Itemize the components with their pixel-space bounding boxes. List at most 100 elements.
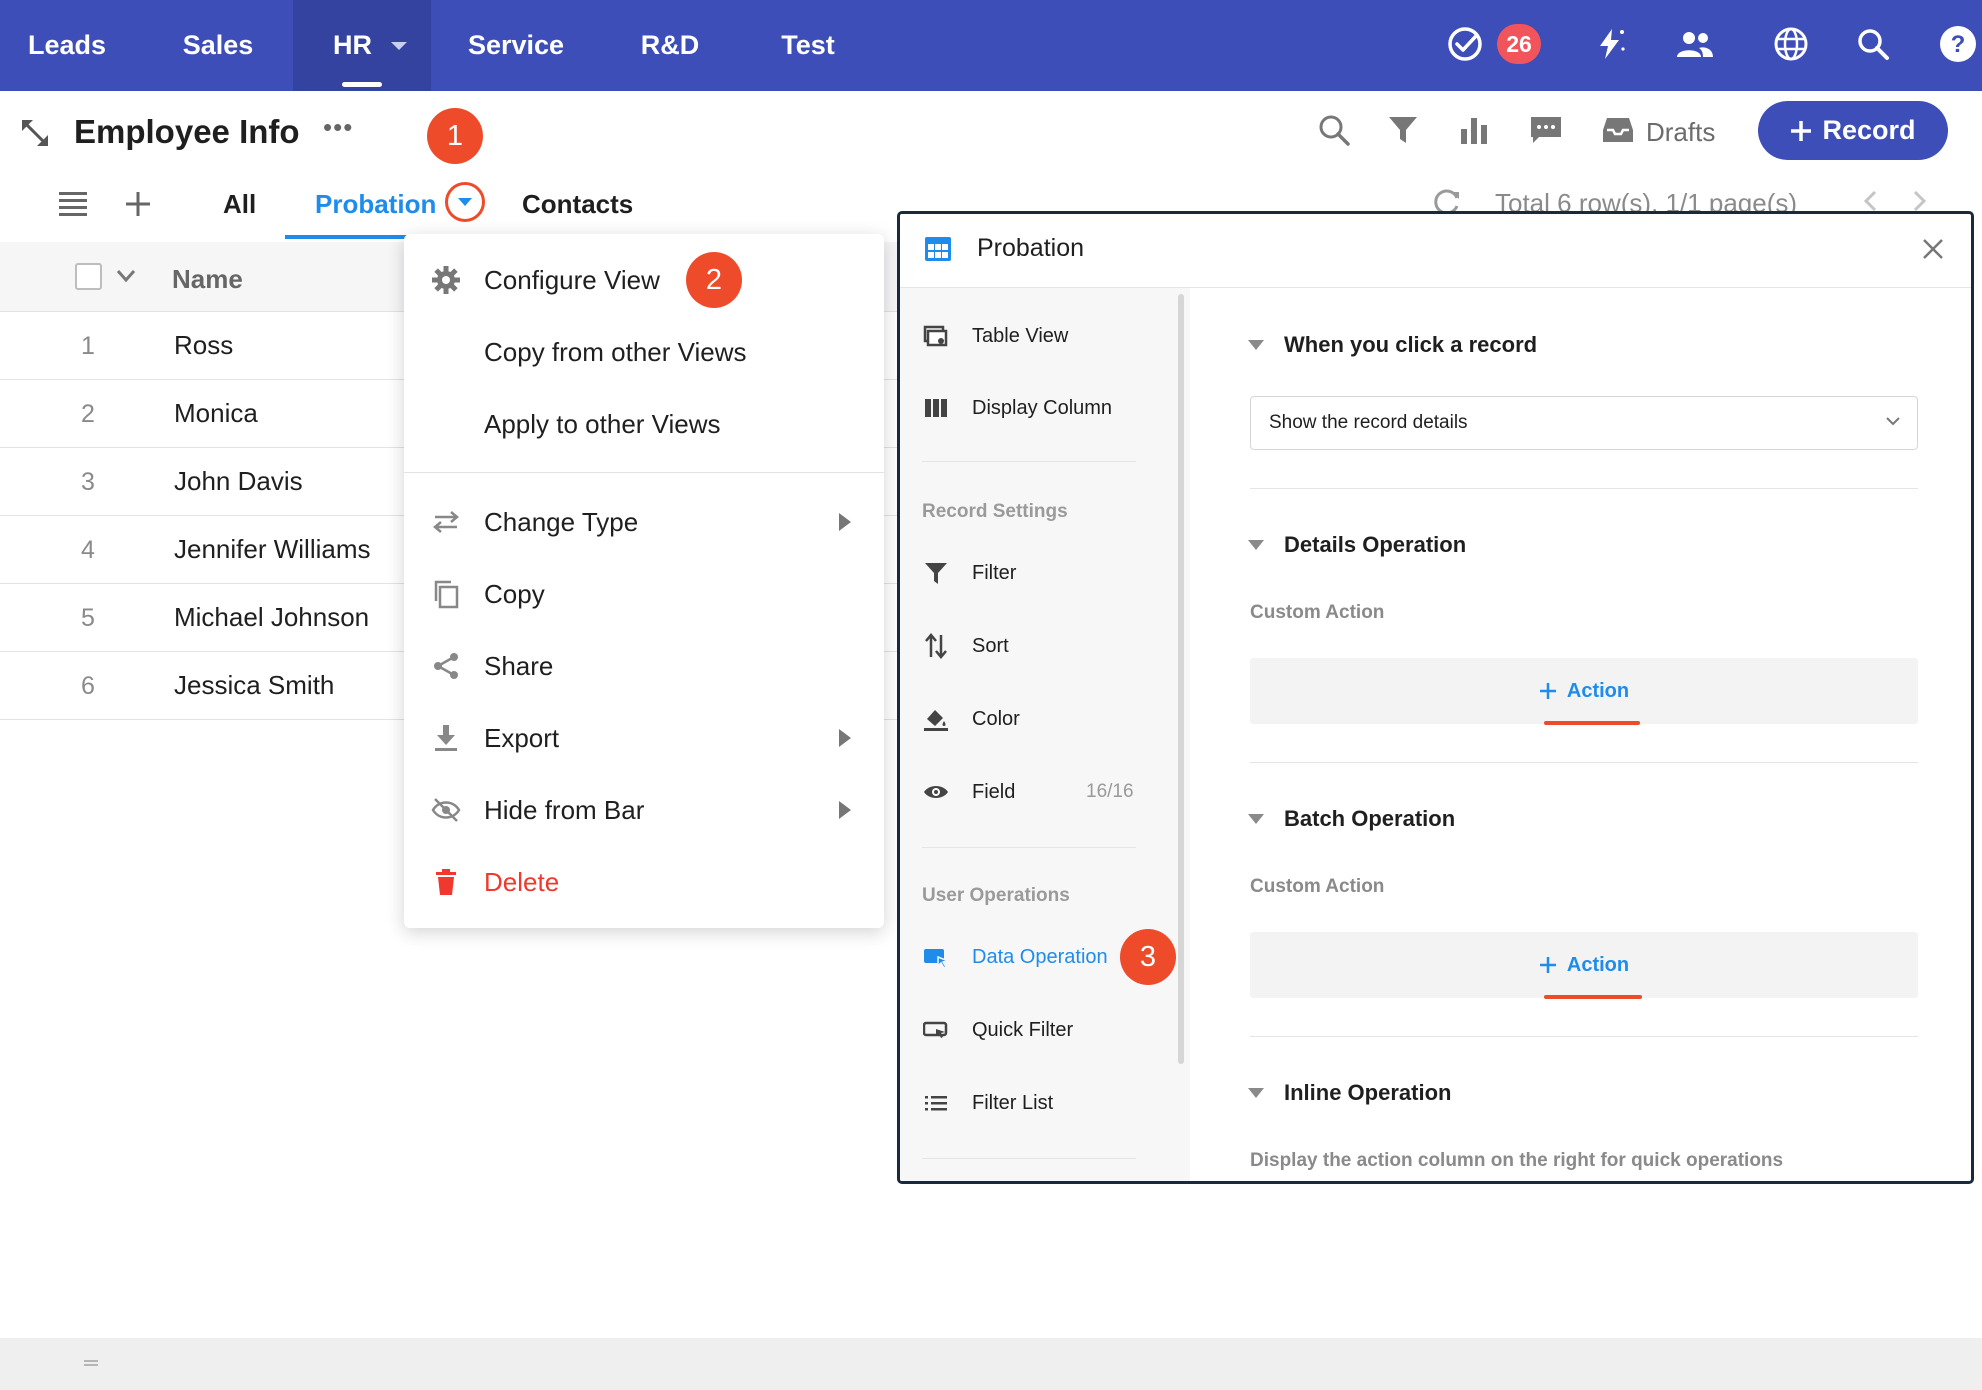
step-badge-3: 3 — [1120, 929, 1176, 985]
menu-item-change-type[interactable]: Change Type — [404, 494, 884, 550]
contacts-icon[interactable] — [1673, 22, 1717, 66]
svg-text:?: ? — [1951, 31, 1966, 58]
close-icon[interactable] — [1920, 236, 1946, 262]
action-label: Action — [1566, 953, 1630, 976]
row-number: 6 — [81, 672, 95, 700]
inline-operation-description: Display the action column on the right f… — [1250, 1150, 1784, 1171]
view-dropdown-trigger[interactable] — [445, 182, 485, 222]
nav-tab-leads[interactable]: Leads — [0, 0, 134, 91]
lightning-icon[interactable] — [1588, 22, 1632, 66]
sidebar-item-label: Display Column — [972, 396, 1113, 419]
nav-tab-rnd[interactable]: R&D — [608, 0, 732, 91]
row-name: Monica — [174, 398, 258, 428]
search-icon[interactable] — [1314, 110, 1354, 150]
copy-icon — [430, 578, 462, 610]
search-icon[interactable] — [1851, 22, 1895, 66]
todo-check-icon[interactable] — [1443, 22, 1487, 66]
sidebar-item-label: Quick Filter — [972, 1018, 1074, 1041]
menu-item-copy[interactable]: Copy — [404, 566, 884, 622]
sidebar-item-label: Sort — [972, 634, 1009, 657]
chevron-down-icon[interactable] — [116, 269, 136, 283]
section-inline-operation-header[interactable]: Inline Operation — [1248, 1080, 1451, 1106]
sidebar-item-field[interactable]: Field 16/16 — [900, 768, 1140, 816]
paint-bucket-icon — [922, 705, 950, 733]
footer-bar — [0, 1338, 1982, 1390]
view-tab-probation[interactable]: Probation — [315, 189, 436, 220]
menu-item-apply-to-other-views[interactable]: Apply to other Views — [404, 396, 884, 452]
drafts-icon[interactable] — [1598, 110, 1638, 150]
row-name: Jessica Smith — [174, 670, 335, 700]
click-record-select[interactable]: Show the record details — [1250, 396, 1918, 450]
chevron-down-icon — [391, 41, 407, 50]
sidebar-item-quick-filter[interactable]: Quick Filter — [900, 1006, 1140, 1054]
comment-icon[interactable] — [1526, 110, 1566, 150]
section-batch-operation-header[interactable]: Batch Operation — [1248, 806, 1455, 832]
menu-item-label: Copy — [484, 578, 545, 609]
plus-icon — [1791, 120, 1812, 141]
help-icon[interactable]: ? — [1936, 22, 1980, 66]
sidebar-item-table-view[interactable]: Table View — [900, 312, 1140, 360]
row-name: John Davis — [174, 466, 303, 496]
select-all-checkbox[interactable] — [75, 263, 102, 290]
collapse-caret-icon — [1248, 540, 1264, 550]
eye-icon — [922, 778, 950, 806]
menu-item-label: Copy from other Views — [484, 336, 747, 367]
nav-tab-test[interactable]: Test — [752, 0, 864, 91]
chart-icon[interactable] — [1454, 110, 1494, 150]
list-icon — [922, 1089, 950, 1117]
add-record-button[interactable]: Record — [1758, 101, 1948, 160]
nav-tab-hr[interactable]: HR — [293, 0, 431, 91]
sidebar-item-filter-list[interactable]: Filter List — [900, 1079, 1140, 1127]
row-number: 1 — [81, 332, 95, 360]
sidebar-divider — [922, 1158, 1136, 1159]
view-tab-contacts[interactable]: Contacts — [522, 189, 633, 220]
drafts-label[interactable]: Drafts — [1646, 117, 1715, 148]
table-grid-icon — [924, 236, 952, 262]
menu-item-export[interactable]: Export — [404, 710, 884, 766]
row-name: Ross — [174, 330, 234, 360]
menu-item-label: Export — [484, 722, 560, 753]
prev-page-icon[interactable] — [1862, 190, 1878, 212]
menu-item-configure-view[interactable]: Configure View — [404, 252, 884, 308]
nav-tab-service[interactable]: Service — [446, 0, 586, 91]
custom-action-label: Custom Action — [1250, 602, 1385, 623]
section-title: When you click a record — [1284, 332, 1538, 357]
column-header-name[interactable]: Name — [172, 264, 243, 295]
filter-icon[interactable] — [1383, 110, 1423, 150]
sidebar-item-color[interactable]: Color — [900, 695, 1140, 743]
resize-handle-icon[interactable] — [84, 1360, 98, 1366]
view-list-icon[interactable] — [58, 190, 88, 216]
sidebar-scrollbar[interactable] — [1178, 294, 1184, 1064]
menu-item-hide-from-bar[interactable]: Hide from Bar — [404, 782, 884, 838]
section-details-operation-header[interactable]: Details Operation — [1248, 532, 1466, 558]
submenu-arrow-icon — [839, 513, 851, 531]
menu-item-label: Delete — [484, 866, 560, 897]
sidebar-item-filter[interactable]: Filter — [900, 549, 1140, 597]
next-page-icon[interactable] — [1912, 190, 1928, 212]
add-batch-action-button[interactable]: Action — [1250, 932, 1918, 998]
nav-tab-sales[interactable]: Sales — [154, 0, 282, 91]
menu-item-delete[interactable]: Delete — [404, 854, 884, 910]
globe-icon[interactable] — [1769, 22, 1813, 66]
submenu-arrow-icon — [839, 801, 851, 819]
section-divider — [1250, 762, 1918, 763]
eye-off-icon — [430, 794, 462, 826]
sidebar-item-data-operation[interactable]: Data Operation — [900, 933, 1140, 981]
menu-item-label: Apply to other Views — [484, 408, 721, 439]
row-number: 4 — [81, 536, 95, 564]
menu-item-share[interactable]: Share — [404, 638, 884, 694]
add-view-icon[interactable] — [124, 190, 152, 218]
menu-item-copy-from-other-views[interactable]: Copy from other Views — [404, 324, 884, 380]
more-options-icon[interactable]: ••• — [323, 112, 353, 143]
sidebar-item-label: Filter — [972, 561, 1017, 584]
expand-icon[interactable] — [18, 116, 52, 150]
add-details-action-button[interactable]: Action — [1250, 658, 1918, 724]
section-click-record-header[interactable]: When you click a record — [1248, 332, 1537, 358]
todo-count-badge: 26 — [1497, 24, 1541, 64]
plus-icon — [1539, 957, 1556, 973]
active-tab-indicator — [342, 82, 382, 87]
view-tab-all[interactable]: All — [223, 189, 256, 220]
sidebar-item-label: Field — [972, 780, 1016, 803]
sidebar-item-sort[interactable]: Sort — [900, 622, 1140, 670]
sidebar-item-display-column[interactable]: Display Column — [900, 384, 1140, 432]
